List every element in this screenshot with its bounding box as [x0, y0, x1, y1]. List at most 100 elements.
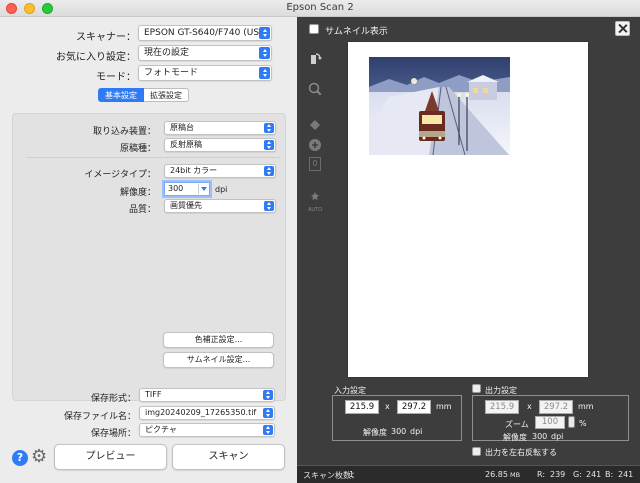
output-settings-checkbox[interactable] — [472, 384, 481, 393]
zoom-label: ズーム — [505, 420, 529, 429]
input-resolution-label: 解像度 — [363, 428, 387, 437]
output-height-field[interactable]: 297.2 — [539, 400, 573, 414]
zoom-icon[interactable] — [307, 81, 323, 97]
thumbnail-settings-button[interactable]: サムネイル設定... — [163, 352, 274, 368]
source-label: 取り込み装置： — [92, 127, 156, 137]
chevron-down-icon[interactable] — [198, 184, 208, 194]
chevron-updown-icon — [263, 425, 273, 435]
gear-icon[interactable]: ⚙ — [31, 448, 47, 466]
tab-advanced-settings[interactable]: 拡張設定 — [144, 88, 189, 102]
output-width-field[interactable]: 215.9 — [485, 400, 519, 414]
document-type-label: 原稿種： — [119, 144, 156, 154]
close-icon[interactable] — [615, 21, 630, 36]
scan-count-value: 1 — [349, 470, 355, 479]
quality-label: 品質： — [128, 205, 156, 215]
status-bar: スキャン枚数： 1 26.85 MB R: 239 G: 241 B: 241 — [297, 465, 640, 483]
document-type-select[interactable]: 反射原稿 — [164, 138, 276, 152]
add-icon[interactable] — [307, 137, 323, 153]
mirror-checkbox[interactable] — [472, 447, 481, 456]
r-label: R: — [537, 470, 546, 479]
save-format-select[interactable]: TIFF — [139, 388, 275, 402]
file-name-select[interactable]: img20240209_17265350.tif — [139, 406, 275, 420]
preview-panel: サムネイル表示 0 AUTO 入力設定 215.9 x 297.2 mm 解像度… — [297, 17, 640, 483]
output-resolution-unit: dpi — [551, 432, 564, 441]
image-type-value: 24bit カラー — [170, 166, 218, 175]
file-size-unit: MB — [510, 471, 521, 479]
file-name-label: 保存ファイル名： — [63, 412, 136, 422]
mode-value: フォトモード — [144, 68, 199, 78]
b-value: 241 — [618, 470, 634, 479]
resolution-unit: dpi — [215, 185, 228, 194]
thumbnail-label: サムネイル表示 — [325, 27, 388, 37]
input-width-field[interactable]: 215.9 — [345, 400, 379, 414]
g-label: G: — [573, 470, 582, 479]
save-location-value: ピクチャ — [145, 425, 177, 434]
favorites-value: 現在の設定 — [144, 48, 190, 58]
preview-button[interactable]: プレビュー — [54, 444, 167, 470]
chevron-updown-icon — [259, 27, 270, 39]
quality-select[interactable]: 画質優先 — [164, 199, 276, 213]
chevron-updown-icon — [259, 47, 270, 59]
mode-select[interactable]: フォトモード — [138, 65, 272, 81]
chevron-updown-icon — [263, 390, 273, 400]
file-size-value: 26.85 — [485, 470, 508, 479]
auto-label: AUTO — [307, 207, 323, 213]
quality-value: 画質優先 — [170, 201, 202, 210]
scanner-select[interactable]: EPSON GT-S640/F740 (USB) — [138, 25, 272, 41]
preview-canvas[interactable] — [348, 42, 588, 377]
output-resolution-value: 300 — [532, 432, 548, 441]
scan-button[interactable]: スキャン — [172, 444, 285, 470]
chevron-updown-icon — [264, 140, 274, 150]
settings-footer: 入力設定 215.9 x 297.2 mm 解像度 300 dpi 出力設定 2… — [297, 381, 640, 465]
chevron-updown-icon — [259, 67, 270, 79]
output-unit: mm — [578, 402, 594, 411]
source-select[interactable]: 原稿台 — [164, 121, 276, 135]
output-times-sign: x — [527, 402, 532, 411]
favorites-select[interactable]: 現在の設定 — [138, 45, 272, 61]
preview-image — [369, 57, 510, 155]
scanner-value: EPSON GT-S640/F740 (USB) — [144, 28, 269, 38]
window-title: Epson Scan 2 — [286, 2, 354, 13]
help-icon[interactable]: ? — [12, 450, 28, 466]
times-sign: x — [385, 402, 390, 411]
scanner-label: スキャナー： — [76, 32, 136, 43]
image-type-label: イメージタイプ： — [84, 170, 156, 180]
save-location-select[interactable]: ピクチャ — [139, 423, 275, 437]
divider — [26, 157, 280, 158]
input-unit: mm — [436, 402, 452, 411]
image-type-select[interactable]: 24bit カラー — [164, 164, 276, 178]
b-label: B: — [605, 470, 614, 479]
auto-icon[interactable]: AUTO — [307, 191, 323, 213]
resolution-combobox[interactable]: 300 — [164, 182, 210, 196]
rotate-icon[interactable] — [307, 51, 323, 67]
save-format-value: TIFF — [145, 390, 162, 399]
output-resolution-label: 解像度 — [503, 433, 527, 442]
mode-label: モード： — [96, 72, 136, 83]
input-resolution-unit: dpi — [410, 427, 423, 436]
preview-toolbar: 0 AUTO — [297, 41, 335, 381]
color-correction-button[interactable]: 色補正設定... — [163, 332, 274, 348]
input-resolution-value: 300 — [391, 427, 407, 436]
save-format-label: 保存形式： — [90, 394, 136, 404]
zoom-stepper[interactable] — [568, 416, 575, 428]
chevron-updown-icon — [264, 201, 274, 211]
favorites-label: お気に入り設定： — [56, 52, 136, 63]
preview-header: サムネイル表示 — [297, 17, 640, 41]
tab-basic-settings[interactable]: 基本設定 — [98, 88, 144, 102]
zoom-field[interactable]: 100 — [535, 416, 565, 429]
input-height-field[interactable]: 297.2 — [397, 400, 431, 414]
thumbnail-checkbox[interactable] — [309, 24, 319, 34]
document-type-value: 反射原稿 — [170, 140, 202, 149]
chevron-updown-icon — [264, 123, 274, 133]
mirror-label: 出力を左右反転する — [485, 448, 557, 457]
resolution-value: 300 — [168, 184, 184, 193]
chevron-updown-icon — [263, 408, 273, 418]
title-bar: Epson Scan 2 — [0, 0, 640, 17]
g-value: 241 — [586, 470, 602, 479]
selection-count-box: 0 — [309, 157, 321, 171]
eraser-icon[interactable] — [307, 116, 323, 132]
settings-tabs: 基本設定 拡張設定 — [98, 88, 189, 102]
save-location-label: 保存場所： — [90, 429, 136, 439]
resolution-label: 解像度： — [119, 188, 156, 198]
r-value: 239 — [550, 470, 566, 479]
